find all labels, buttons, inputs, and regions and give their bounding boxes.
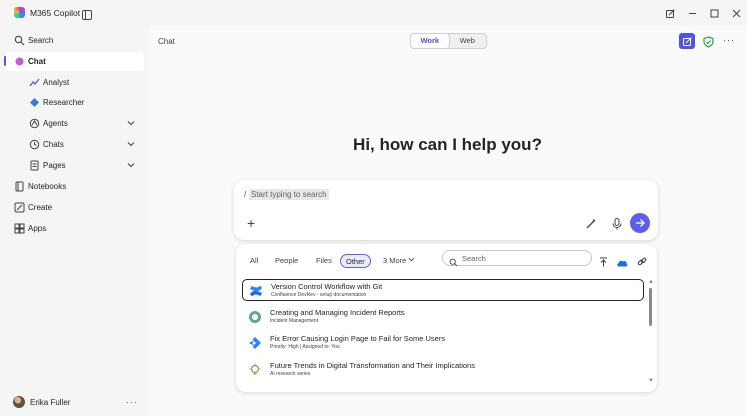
sidebar-item-label: Pages bbox=[43, 161, 66, 170]
onedrive-icon[interactable] bbox=[616, 254, 628, 272]
result-title: Creating and Managing Incident Reports bbox=[270, 308, 405, 317]
sidebar-item-label: Researcher bbox=[43, 98, 85, 107]
sidebar-item-create[interactable]: Create bbox=[6, 198, 144, 217]
filter-files[interactable]: Files bbox=[316, 254, 332, 268]
filter-people[interactable]: People bbox=[275, 254, 298, 268]
result-item[interactable]: Fix Error Causing Login Page to Fail for… bbox=[242, 332, 644, 354]
history-icon bbox=[29, 139, 40, 150]
result-subtitle: Incident Management bbox=[270, 318, 319, 324]
result-title: Version Control Workflow with Git bbox=[271, 282, 383, 291]
search-icon bbox=[14, 35, 25, 46]
tab-web[interactable]: Web bbox=[449, 34, 487, 48]
edit-window-icon[interactable] bbox=[659, 6, 681, 20]
shield-icon[interactable] bbox=[703, 35, 714, 53]
result-title: Fix Error Causing Login Page to Fail for… bbox=[270, 334, 446, 343]
chevron-down-icon[interactable] bbox=[127, 161, 135, 171]
add-icon[interactable]: + bbox=[247, 215, 255, 231]
sidebar-item-label: Agents bbox=[43, 119, 68, 128]
result-item[interactable]: Version Control Workflow with Git Conflu… bbox=[242, 279, 644, 301]
analyst-icon bbox=[29, 77, 40, 88]
sidebar-item-researcher[interactable]: Researcher bbox=[6, 93, 144, 112]
composer[interactable]: / Start typing to search + bbox=[234, 180, 658, 240]
sidebar-item-label: Chat bbox=[28, 57, 46, 66]
microphone-icon[interactable] bbox=[612, 217, 622, 235]
user-more-button[interactable]: ··· bbox=[126, 397, 138, 407]
sidebar-item-label: Create bbox=[28, 203, 53, 212]
copilot-chat-icon bbox=[14, 56, 25, 67]
copilot-logo-icon bbox=[14, 7, 25, 18]
confluence-icon bbox=[249, 284, 263, 298]
tab-work[interactable]: Work bbox=[411, 34, 449, 48]
result-item[interactable]: Creating and Managing Incident Reports I… bbox=[242, 306, 644, 328]
upload-icon[interactable] bbox=[599, 254, 608, 272]
search-results-panel: All People Files Other 3 More Search Ver… bbox=[236, 244, 657, 392]
new-chat-button[interactable] bbox=[679, 33, 695, 49]
magic-wand-icon[interactable] bbox=[585, 217, 597, 235]
sidebar-item-chat[interactable]: Chat bbox=[6, 52, 144, 71]
pages-icon bbox=[29, 160, 40, 171]
filter-more[interactable]: 3 More bbox=[383, 254, 415, 268]
slash-command: / bbox=[244, 190, 247, 199]
user-profile[interactable]: Erika Fuller bbox=[13, 396, 70, 408]
agents-icon bbox=[29, 118, 40, 129]
filter-other[interactable]: Other bbox=[340, 254, 371, 268]
result-subtitle: Confluence DevRev - setup documentation bbox=[271, 292, 367, 298]
avatar bbox=[13, 396, 25, 408]
breadcrumb: Chat bbox=[158, 37, 175, 46]
researcher-icon bbox=[29, 97, 40, 108]
create-icon bbox=[14, 202, 25, 213]
results-search-input[interactable]: Search bbox=[442, 250, 592, 267]
result-subtitle: AI research series bbox=[270, 371, 311, 377]
greeting-heading: Hi, how can I help you? bbox=[353, 135, 542, 154]
sidebar-item-analyst[interactable]: Analyst bbox=[6, 73, 144, 92]
send-button[interactable] bbox=[630, 213, 650, 233]
lightbulb-icon bbox=[248, 363, 262, 377]
result-subtitle: Priority: High | Assigned to: You bbox=[270, 344, 340, 350]
close-icon[interactable] bbox=[725, 6, 747, 20]
sidebar-item-label: Notebooks bbox=[28, 182, 67, 191]
sidebar-item-agents[interactable]: Agents bbox=[6, 114, 144, 133]
sidebar-item-notebooks[interactable]: Notebooks bbox=[6, 177, 144, 196]
toggle-sidebar-icon[interactable] bbox=[82, 7, 92, 25]
filter-all[interactable]: All bbox=[250, 254, 258, 268]
scroll-down-icon[interactable]: ▼ bbox=[648, 378, 654, 384]
arrow-right-icon bbox=[636, 219, 645, 227]
sidebar-search-label: Search bbox=[28, 36, 54, 45]
sidebar-item-pages[interactable]: Pages bbox=[6, 156, 144, 175]
sidebar-item-chats[interactable]: Chats bbox=[6, 135, 144, 154]
app-title-label: M365 Copilot bbox=[30, 7, 81, 18]
sidebar-item-label: Apps bbox=[28, 224, 47, 233]
chevron-down-icon bbox=[409, 257, 415, 262]
composer-input[interactable]: Start typing to search bbox=[249, 189, 329, 200]
sidebar-search[interactable]: Search bbox=[6, 31, 144, 50]
filter-more-label: 3 More bbox=[383, 256, 407, 265]
search-icon bbox=[449, 254, 458, 272]
notebook-icon bbox=[14, 181, 25, 192]
new-chat-icon bbox=[682, 36, 692, 46]
sidebar-item-label: Analyst bbox=[43, 78, 70, 87]
sidebar: M365 Copilot Search Chat Analyst Researc… bbox=[0, 0, 148, 416]
sidebar-item-apps[interactable]: Apps bbox=[6, 219, 144, 238]
search-placeholder: Search bbox=[462, 254, 486, 263]
app-title: M365 Copilot bbox=[14, 7, 80, 18]
incident-icon bbox=[248, 310, 262, 324]
scrollbar-thumb[interactable] bbox=[649, 288, 652, 326]
result-item[interactable]: Future Trends in Digital Transformation … bbox=[242, 359, 644, 381]
jira-icon bbox=[248, 336, 262, 350]
more-options-button[interactable]: ··· bbox=[723, 35, 735, 45]
window-controls bbox=[659, 6, 747, 20]
minimize-icon[interactable] bbox=[681, 6, 703, 20]
link-icon[interactable] bbox=[637, 254, 647, 272]
result-title: Future Trends in Digital Transformation … bbox=[270, 361, 475, 370]
apps-icon bbox=[14, 223, 25, 234]
chevron-down-icon[interactable] bbox=[127, 140, 135, 150]
user-name: Erika Fuller bbox=[30, 397, 71, 407]
chevron-down-icon[interactable] bbox=[127, 119, 135, 129]
sidebar-item-label: Chats bbox=[43, 140, 64, 149]
scroll-up-icon[interactable]: ▲ bbox=[648, 279, 654, 285]
maximize-icon[interactable] bbox=[703, 6, 725, 20]
work-web-toggle: Work Web bbox=[410, 33, 487, 49]
